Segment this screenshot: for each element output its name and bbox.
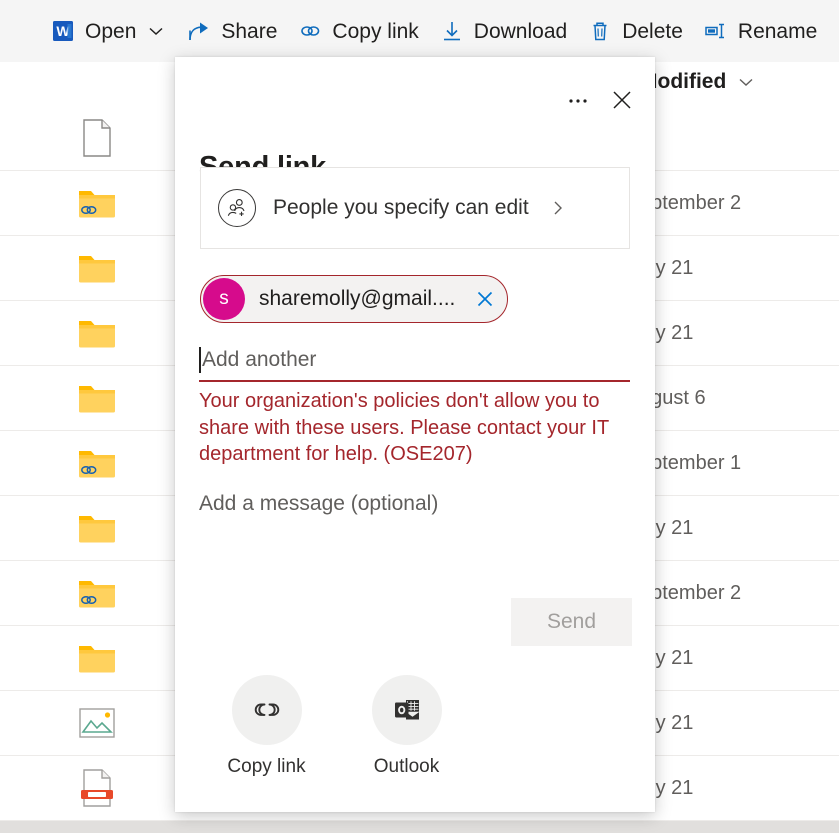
close-icon xyxy=(613,91,631,109)
download-icon xyxy=(439,18,465,44)
share-options: Copy link Outlook xyxy=(214,675,459,778)
command-label: Copy link xyxy=(332,19,419,43)
pdf-file-icon xyxy=(80,768,114,808)
link-icon xyxy=(297,18,323,44)
folder-icon xyxy=(77,641,117,675)
row-file-icon xyxy=(62,316,132,350)
command-rename-button[interactable]: Rename xyxy=(695,11,825,51)
row-modified-date: eptember 2 xyxy=(640,191,742,214)
column-header-modified[interactable]: Modified xyxy=(640,70,756,94)
row-file-icon xyxy=(62,768,132,808)
more-options-button[interactable] xyxy=(559,81,597,119)
table-row[interactable]: W uly 21 xyxy=(0,820,839,833)
command-bar: W Open Share Copy link Download Delete R… xyxy=(0,0,839,62)
row-file-icon xyxy=(62,446,132,480)
command-copy-link-button[interactable]: Copy link xyxy=(289,11,426,51)
link-icon xyxy=(231,675,302,745)
outlook-option[interactable]: Outlook xyxy=(354,675,459,778)
download-icon xyxy=(439,18,465,44)
chevron-down-icon[interactable] xyxy=(146,21,166,41)
command-share-button[interactable]: Share xyxy=(178,11,285,51)
row-file-icon xyxy=(62,186,132,220)
folder-icon xyxy=(77,251,117,285)
command-label: Rename xyxy=(737,19,818,43)
field-underline-error xyxy=(199,380,630,382)
recipient-pill[interactable]: s sharemolly@gmail.... xyxy=(200,275,509,323)
row-modified-date: eptember 1 xyxy=(640,451,742,474)
share-icon xyxy=(186,18,212,44)
permission-label: People you specify can edit xyxy=(273,196,529,219)
folder-icon xyxy=(77,381,117,415)
close-icon xyxy=(478,291,493,307)
image-file-icon xyxy=(78,707,116,739)
row-file-icon xyxy=(62,511,132,545)
command-delete-button[interactable]: Delete xyxy=(579,11,691,51)
command-open-button[interactable]: W Open xyxy=(42,11,174,51)
row-modified-date: eptember 2 xyxy=(640,581,742,604)
folder-link-icon xyxy=(77,186,117,220)
add-another-field[interactable]: Add another xyxy=(199,344,631,382)
copy-link-option[interactable]: Copy link xyxy=(214,675,319,778)
row-file-icon xyxy=(62,118,132,158)
rename-icon xyxy=(703,18,729,44)
send-link-dialog: Send link People you specify can edit s … xyxy=(175,57,655,812)
ellipsis-icon xyxy=(569,99,587,103)
dialog-top-buttons xyxy=(559,81,641,119)
share-icon xyxy=(186,18,212,44)
trash-icon xyxy=(587,18,613,44)
copy-link-option-label: Copy link xyxy=(227,756,306,777)
rename-icon xyxy=(703,18,729,44)
people-add-icon xyxy=(218,189,256,227)
chevron-down-icon xyxy=(736,72,756,92)
folder-icon xyxy=(77,316,117,350)
text-caret xyxy=(199,347,201,373)
command-label: Share xyxy=(221,19,278,43)
recipient-name: sharemolly@gmail.... xyxy=(259,287,456,310)
command-label: Download xyxy=(473,19,568,43)
message-field[interactable]: Add a message (optional) xyxy=(199,492,438,516)
file-blank-icon xyxy=(80,118,114,158)
permission-selector[interactable]: People you specify can edit xyxy=(200,167,630,249)
row-file-icon xyxy=(62,641,132,675)
folder-icon xyxy=(77,511,117,545)
row-file-icon xyxy=(62,707,132,739)
command-download-button[interactable]: Download xyxy=(431,11,575,51)
chevron-right-icon xyxy=(549,199,567,217)
row-file-icon xyxy=(62,381,132,415)
error-message: Your organization's policies don't allow… xyxy=(199,390,609,465)
command-label: Delete xyxy=(622,19,683,43)
folder-link-icon xyxy=(77,576,117,610)
outlook-icon xyxy=(371,675,442,745)
avatar: s xyxy=(203,278,245,320)
close-button[interactable] xyxy=(603,81,641,119)
recipient-list: s sharemolly@gmail.... xyxy=(200,275,630,323)
trash-icon xyxy=(587,18,613,44)
add-another-placeholder: Add another xyxy=(202,348,317,371)
row-file-icon xyxy=(62,576,132,610)
word-doc-icon: W xyxy=(50,18,76,44)
folder-link-icon xyxy=(77,446,117,480)
link-icon xyxy=(297,18,323,44)
row-file-icon xyxy=(62,251,132,285)
send-button[interactable]: Send xyxy=(511,598,632,646)
command-label: Open xyxy=(85,19,137,43)
remove-recipient-button[interactable] xyxy=(469,283,501,315)
word-doc-icon: W xyxy=(50,18,76,44)
outlook-option-label: Outlook xyxy=(373,756,440,777)
